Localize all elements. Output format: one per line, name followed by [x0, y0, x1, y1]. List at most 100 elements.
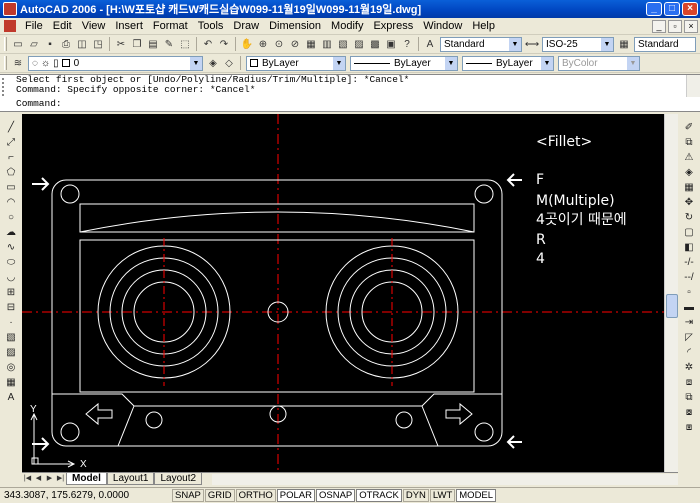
zoom-window-icon[interactable]: ⊙ [272, 37, 286, 51]
menu-help[interactable]: Help [467, 20, 500, 32]
undo-icon[interactable]: ↶ [201, 37, 215, 51]
circle-icon[interactable]: ○ [4, 211, 18, 224]
save-icon[interactable]: ▪ [43, 37, 57, 51]
prev-tab-icon[interactable]: ◀ [33, 474, 44, 485]
menu-insert[interactable]: Insert [110, 20, 148, 32]
layer-previous-icon[interactable]: ◇ [222, 56, 236, 70]
drawing-canvas[interactable]: Y X <Fillet> F M(Multiple) 4곳이기 때문에 R 4 [22, 114, 678, 472]
color-select[interactable]: ByLayer ▼ [246, 55, 346, 71]
dyn-toggle[interactable]: DYN [402, 489, 429, 502]
menu-express[interactable]: Express [368, 20, 418, 32]
rectangle-icon[interactable]: ▭ [4, 181, 18, 194]
doc-minimize-button[interactable]: _ [652, 19, 666, 33]
model-toggle[interactable]: MODEL [456, 489, 497, 502]
open-file-icon[interactable]: ▱ [27, 37, 41, 51]
autocad-app-icon[interactable] [3, 2, 17, 16]
ellipse-icon[interactable]: ⬭ [4, 256, 18, 269]
make-current-layer-icon[interactable]: ◈ [206, 56, 220, 70]
menu-file[interactable]: File [20, 20, 48, 32]
osnap-toggle[interactable]: OSNAP [315, 489, 356, 502]
draworder-above-icon[interactable]: ⧆ [682, 421, 696, 434]
toolbar-grip[interactable] [4, 56, 7, 70]
minimize-button[interactable]: _ [646, 2, 662, 16]
grid-toggle[interactable]: GRID [204, 489, 235, 502]
multiline-text-icon[interactable]: A [4, 391, 18, 404]
make-block-icon[interactable]: ⊟ [4, 301, 18, 314]
sheet-set-icon[interactable]: ▨ [352, 37, 366, 51]
maximize-button[interactable]: □ [664, 2, 680, 16]
next-tab-icon[interactable]: ▶ [44, 474, 55, 485]
tab-layout1[interactable]: Layout1 [106, 473, 155, 485]
tab-model[interactable]: Model [66, 473, 107, 485]
menu-format[interactable]: Format [148, 20, 193, 32]
array-icon[interactable]: ▦ [682, 181, 696, 194]
zoom-previous-icon[interactable]: ⊘ [288, 37, 302, 51]
move-icon[interactable]: ✥ [682, 196, 696, 209]
stretch-icon[interactable]: ◧ [682, 241, 696, 254]
tab-layout2[interactable]: Layout2 [154, 473, 203, 485]
dim-style-select[interactable]: ISO-25 ▼ [542, 36, 614, 52]
construction-line-icon[interactable]: ⤢ [4, 136, 18, 149]
lineweight-select[interactable]: ByLayer ▼ [462, 55, 554, 71]
close-button[interactable]: × [682, 2, 698, 16]
spline-icon[interactable]: ∿ [4, 241, 18, 254]
cut-icon[interactable]: ✂ [114, 37, 128, 51]
explode-icon[interactable]: ✲ [682, 361, 696, 374]
extend-icon[interactable]: --/ [682, 271, 696, 284]
draworder-back-icon[interactable]: ⧉ [682, 391, 696, 404]
revision-cloud-icon[interactable]: ☁ [4, 226, 18, 239]
ortho-toggle[interactable]: ORTHO [235, 489, 276, 502]
break-icon[interactable]: ▬ [682, 301, 696, 314]
table-style-icon[interactable]: ▦ [617, 37, 631, 51]
otrack-toggle[interactable]: OTRACK [356, 489, 402, 502]
menu-dimension[interactable]: Dimension [264, 20, 326, 32]
last-tab-icon[interactable]: ▶| [55, 474, 66, 485]
help-icon[interactable]: ? [400, 37, 414, 51]
rotate-icon[interactable]: ↻ [682, 211, 696, 224]
first-tab-icon[interactable]: |◀ [22, 474, 33, 485]
menu-view[interactable]: View [77, 20, 111, 32]
dim-style-icon[interactable]: ⟷ [525, 37, 539, 51]
erase-icon[interactable]: ✐ [682, 121, 696, 134]
plot-style-select[interactable]: ByColor ▼ [558, 55, 640, 71]
scroll-thumb[interactable] [666, 294, 678, 318]
region-icon[interactable]: ◎ [4, 361, 18, 374]
mirror-icon[interactable]: ⚠ [682, 151, 696, 164]
polyline-icon[interactable]: ⌐ [4, 151, 18, 164]
menu-window[interactable]: Window [418, 20, 467, 32]
pan-icon[interactable]: ✋ [240, 37, 254, 51]
join-icon[interactable]: ⇥ [682, 316, 696, 329]
tool-palettes-icon[interactable]: ▧ [336, 37, 350, 51]
horizontal-scrollbar[interactable] [212, 473, 678, 485]
chevron-down-icon[interactable]: ▼ [627, 56, 639, 70]
doc-close-button[interactable]: × [684, 19, 698, 33]
doc-restore-button[interactable]: ▫ [668, 19, 682, 33]
copy-icon[interactable]: ❐ [130, 37, 144, 51]
menu-modify[interactable]: Modify [326, 20, 368, 32]
chevron-down-icon[interactable]: ▼ [190, 56, 202, 70]
draworder-icon[interactable]: ⧈ [682, 376, 696, 389]
publish-icon[interactable]: ◳ [91, 37, 105, 51]
markup-icon[interactable]: ▩ [368, 37, 382, 51]
line-icon[interactable]: ╱ [4, 121, 18, 134]
chevron-down-icon[interactable]: ▼ [445, 56, 457, 70]
linetype-select[interactable]: ByLayer ▼ [350, 55, 458, 71]
table-style-select[interactable]: Standard [634, 36, 696, 52]
point-icon[interactable]: · [4, 316, 18, 329]
chevron-down-icon[interactable]: ▼ [601, 37, 613, 51]
redo-icon[interactable]: ↷ [217, 37, 231, 51]
scale-icon[interactable]: ▢ [682, 226, 696, 239]
layer-select[interactable]: ◌ ☼ ▯ 0 ▼ [28, 55, 203, 71]
chevron-down-icon[interactable]: ▼ [333, 56, 345, 70]
arc-icon[interactable]: ◠ [4, 196, 18, 209]
plot-preview-icon[interactable]: ◫ [75, 37, 89, 51]
properties-icon[interactable]: ▦ [304, 37, 318, 51]
table-icon[interactable]: ▦ [4, 376, 18, 389]
menu-draw[interactable]: Draw [228, 20, 264, 32]
chevron-down-icon[interactable]: ▼ [509, 37, 521, 51]
calculator-icon[interactable]: ▣ [384, 37, 398, 51]
match-properties-icon[interactable]: ✎ [162, 37, 176, 51]
insert-block-icon[interactable]: ⊞ [4, 286, 18, 299]
text-style-select[interactable]: Standard ▼ [440, 36, 522, 52]
layer-manager-icon[interactable]: ≋ [11, 56, 25, 70]
